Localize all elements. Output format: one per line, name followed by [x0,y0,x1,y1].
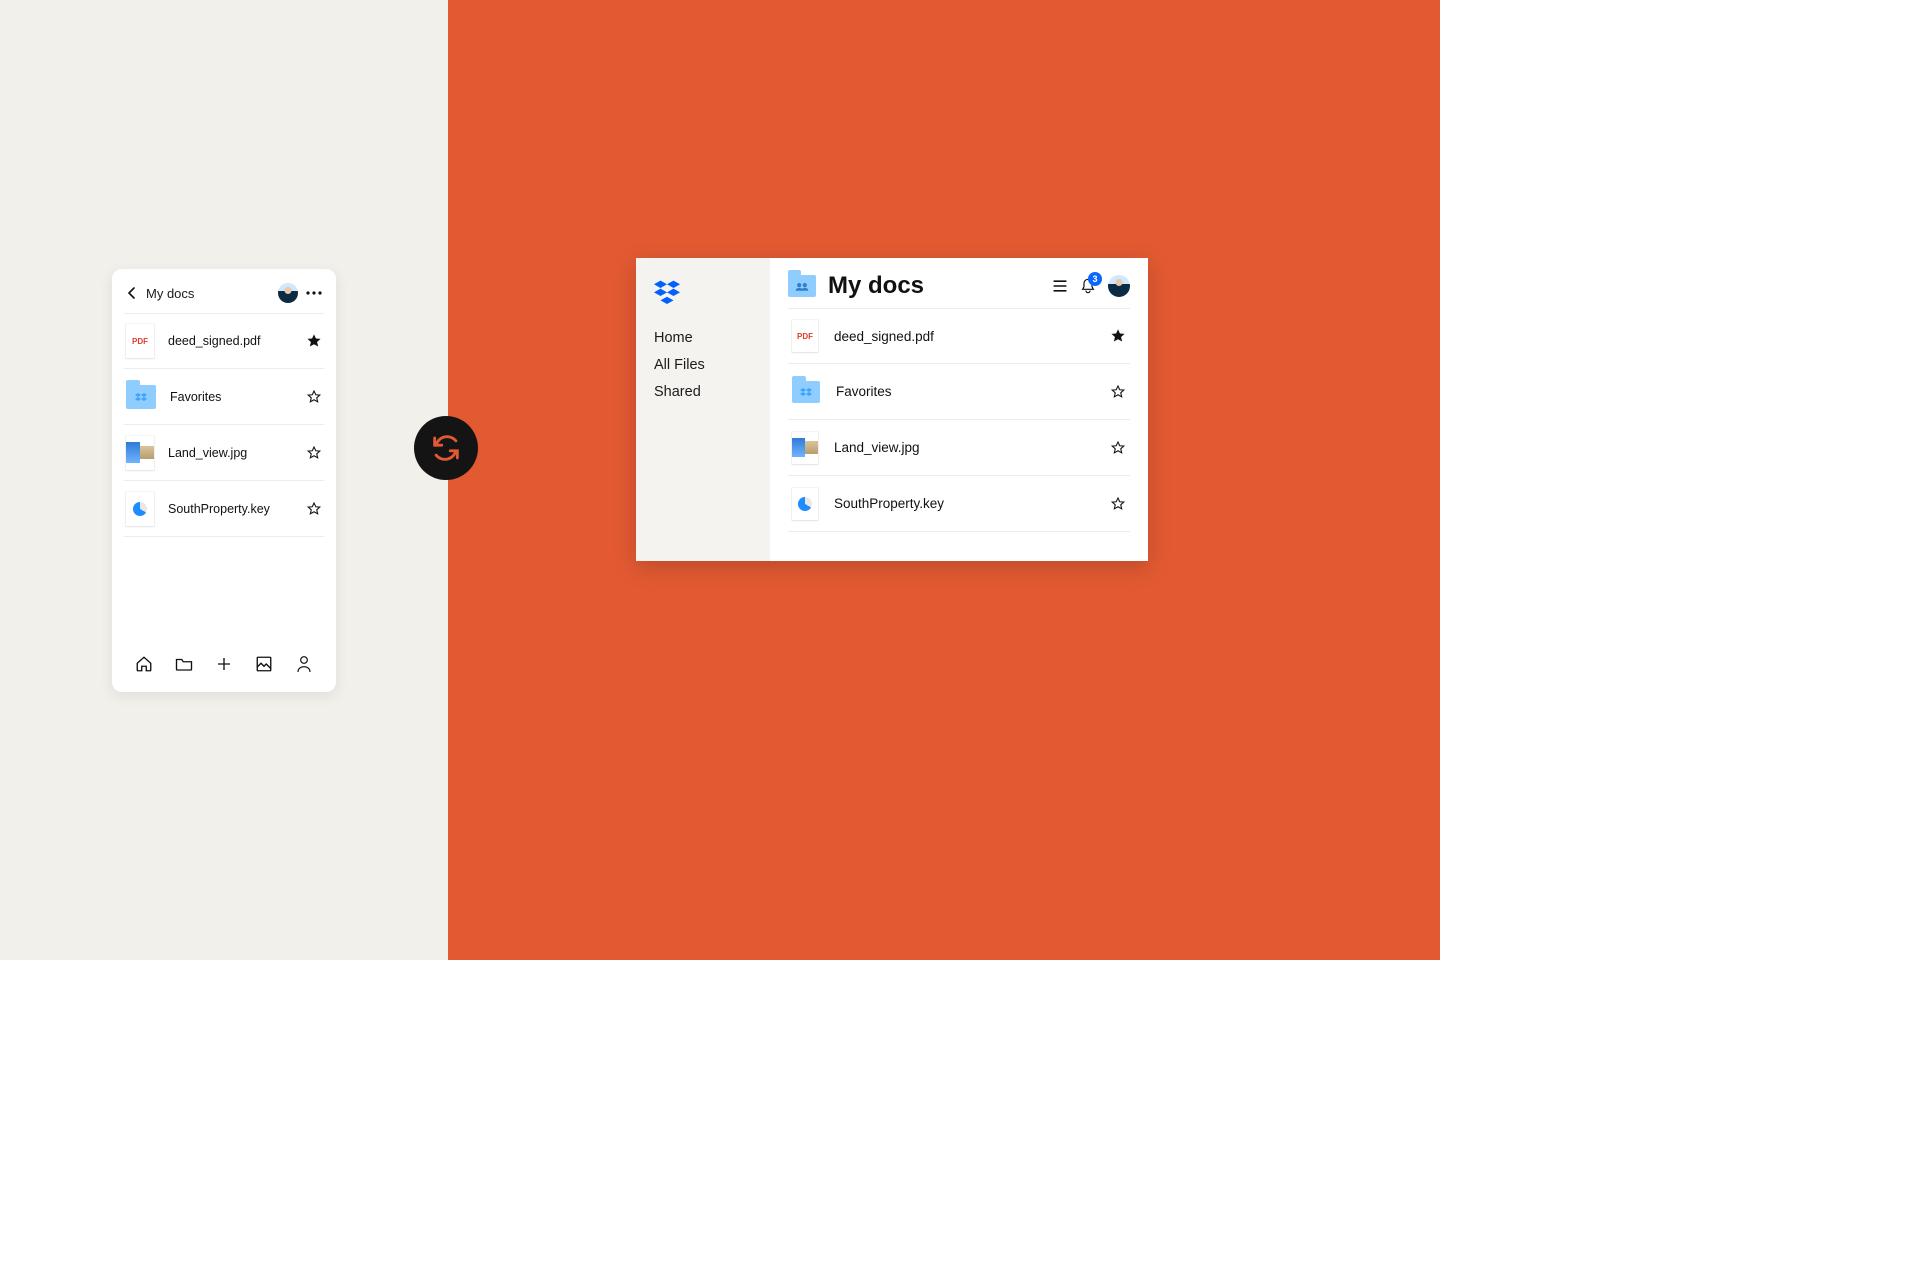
desktop-sidebar: Home All Files Shared [636,258,770,561]
notifications-button[interactable]: 3 [1080,277,1096,295]
desktop-header: My docs 3 [788,272,1130,300]
star-toggle[interactable] [1110,328,1126,344]
mobile-header: My docs [112,269,336,313]
person-icon [296,655,312,673]
desktop-app-window: Home All Files Shared My docs 3 PDF deed [636,258,1148,561]
mobile-app-window: My docs PDF deed_signed.pdf Favorites [112,269,336,692]
file-row[interactable]: PDF deed_signed.pdf [124,313,324,369]
view-options-button[interactable] [1052,279,1068,293]
chevron-left-icon [127,287,136,299]
avatar[interactable] [278,283,298,303]
mobile-bottom-nav [112,640,336,692]
dropbox-logo[interactable] [654,280,680,304]
star-toggle[interactable] [1110,496,1126,512]
file-row[interactable]: PDF deed_signed.pdf [788,308,1130,364]
nav-photos-button[interactable] [254,654,274,674]
star-outline-icon [1110,440,1126,456]
dropbox-glyph-icon [800,388,812,396]
star-outline-icon [1110,384,1126,400]
file-name: Favorites [836,384,1094,399]
avatar[interactable] [1108,275,1130,297]
file-name: deed_signed.pdf [834,329,1094,344]
file-name: SouthProperty.key [168,502,292,516]
list-icon [1052,279,1068,293]
star-toggle[interactable] [306,445,322,461]
desktop-folder-title: My docs [828,272,924,300]
file-name: Favorites [170,390,292,404]
file-row[interactable]: Land_view.jpg [788,420,1130,476]
file-row[interactable]: Land_view.jpg [124,425,324,481]
desktop-file-list: PDF deed_signed.pdf Favorites Land_view.… [788,308,1130,555]
mobile-file-list: PDF deed_signed.pdf Favorites Land_view.… [112,313,336,640]
nav-files-button[interactable] [174,654,194,674]
sidebar-link-all-files[interactable]: All Files [654,357,752,373]
mobile-folder-title: My docs [146,286,194,301]
sync-icon [429,431,463,465]
nav-home-button[interactable] [134,654,154,674]
back-button[interactable] [124,286,138,300]
star-filled-icon [306,333,322,349]
dropbox-logo-icon [654,280,680,304]
star-outline-icon [306,445,322,461]
file-row[interactable]: SouthProperty.key [788,476,1130,532]
sidebar-link-shared[interactable]: Shared [654,384,752,400]
file-name: Land_view.jpg [834,440,1094,455]
folder-icon [126,385,156,409]
star-toggle[interactable] [1110,384,1126,400]
more-horizontal-icon [306,291,322,295]
star-outline-icon [1110,496,1126,512]
folder-outline-icon [175,656,193,672]
nav-account-button[interactable] [294,654,314,674]
keynote-file-icon [792,488,818,520]
image-file-icon [126,436,154,470]
star-outline-icon [306,501,322,517]
home-icon [135,655,153,673]
sidebar-link-home[interactable]: Home [654,330,752,346]
file-name: deed_signed.pdf [168,334,292,348]
star-outline-icon [306,389,322,405]
pdf-file-icon: PDF [792,320,818,352]
file-row[interactable]: Favorites [124,369,324,425]
pie-chart-icon [133,502,147,516]
star-toggle[interactable] [306,501,322,517]
people-glyph-icon [795,282,809,291]
file-name: Land_view.jpg [168,446,292,460]
star-filled-icon [1110,328,1126,344]
nav-add-button[interactable] [214,654,234,674]
sidebar-links: Home All Files Shared [654,330,752,400]
shared-folder-icon [788,275,816,297]
keynote-file-icon [126,492,154,526]
folder-icon [792,381,820,403]
more-options-button[interactable] [306,291,322,295]
dropbox-glyph-icon [135,393,147,401]
desktop-main: My docs 3 PDF deed_signed.pdf [770,258,1148,561]
file-row[interactable]: Favorites [788,364,1130,420]
plus-icon [216,656,232,672]
sync-indicator [414,416,478,480]
image-file-icon [792,432,818,464]
photos-icon [255,655,273,673]
notification-badge: 3 [1088,272,1102,286]
file-row[interactable]: SouthProperty.key [124,481,324,537]
star-toggle[interactable] [306,333,322,349]
star-toggle[interactable] [1110,440,1126,456]
pie-chart-icon [798,497,812,511]
file-name: SouthProperty.key [834,496,1094,511]
pdf-file-icon: PDF [126,324,154,358]
star-toggle[interactable] [306,389,322,405]
